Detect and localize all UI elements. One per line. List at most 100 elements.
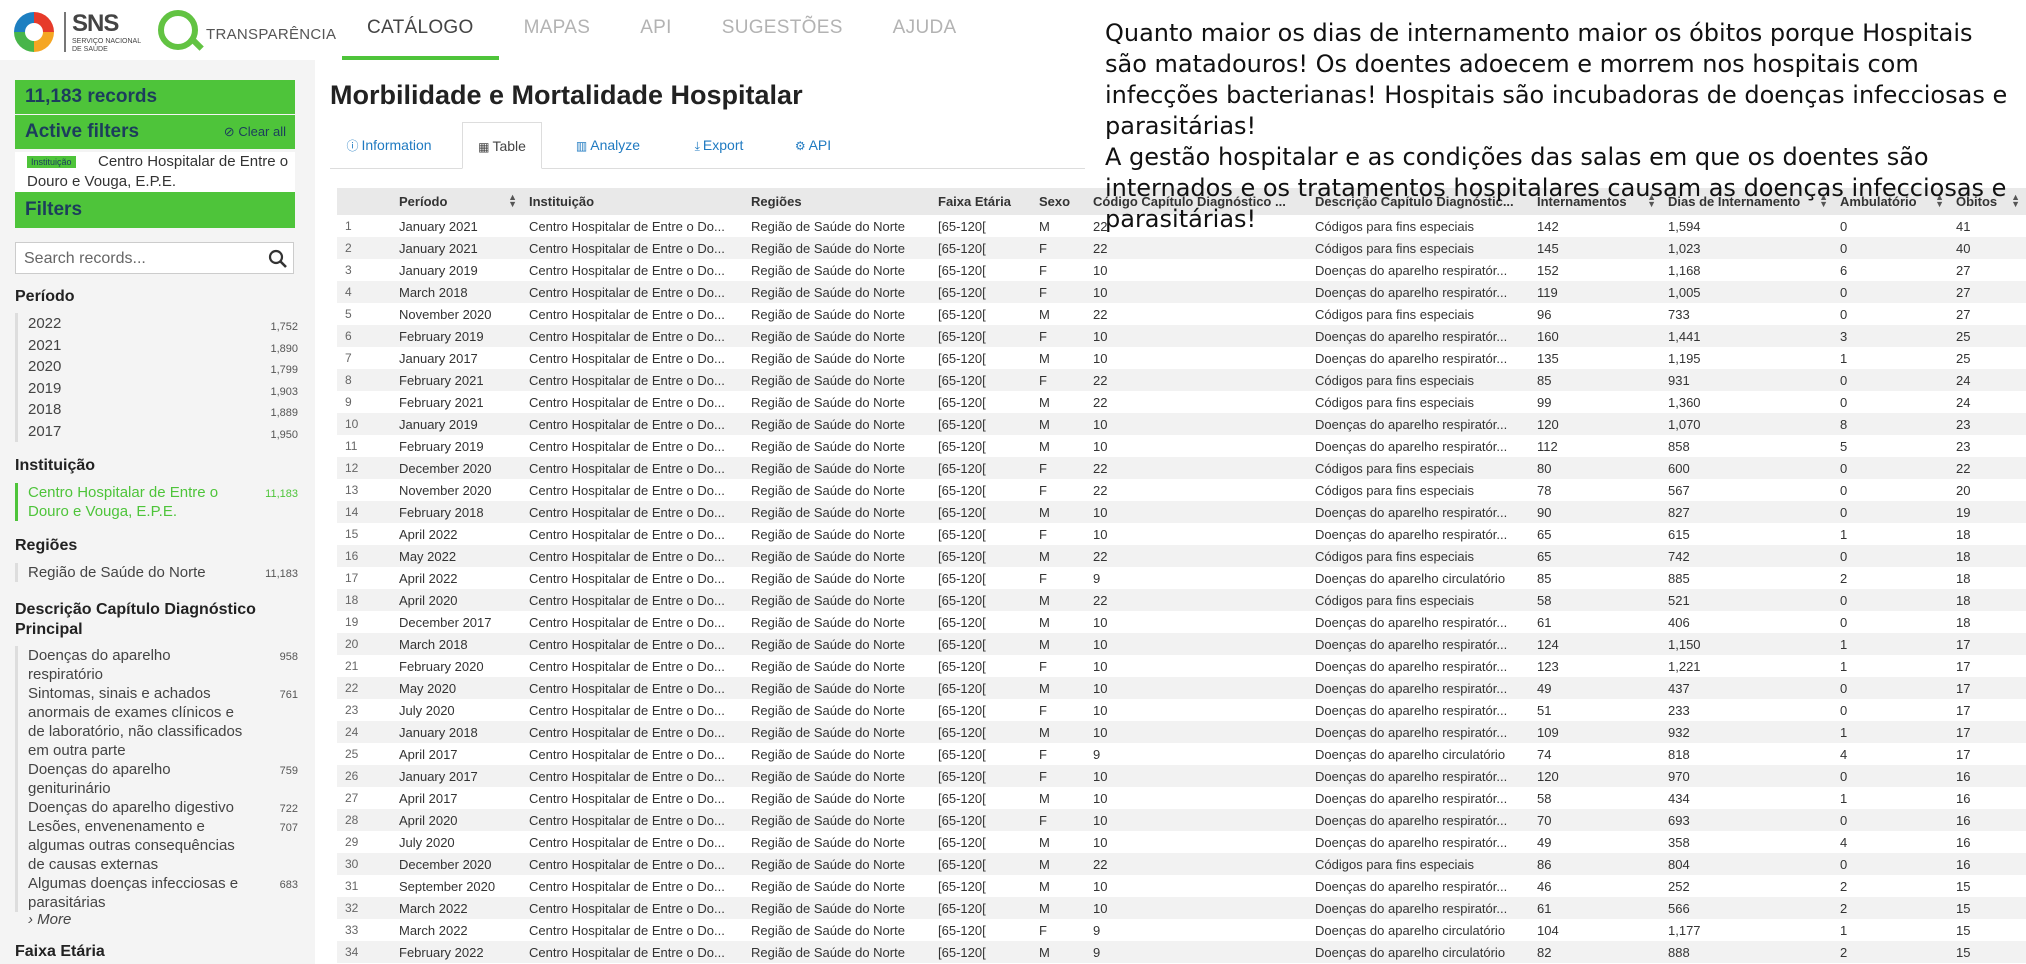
cell-instituicao: Centro Hospitalar de Entre o Do... [523,413,745,435]
facet-item-selected[interactable]: Centro Hospitalar de Entre o Douro e Vou… [18,483,298,521]
tab-analyze[interactable]: ▥ Analyze [556,122,660,168]
clear-all-button[interactable]: ⊘ Clear all [224,115,286,149]
table-row[interactable]: 20 March 2018 Centro Hospitalar de Entre o… [337,633,2026,655]
search-icon[interactable] [268,249,288,269]
facet-item-label: 2019 [28,379,62,397]
active-filter-chip[interactable]: Centro Hospitalar de Entre o Douro e Vou… [15,152,295,196]
cell-periodo: January 2021 [393,237,523,259]
facet-item[interactable]: 2022 1,752 [18,313,298,335]
table-row[interactable]: 33 March 2022 Centro Hospitalar de Entre o… [337,919,2026,941]
facet-item[interactable]: Região de Saúde do Norte 11,183 [18,563,298,582]
table-row[interactable]: 5 November 2020 Centro Hospitalar de Entre… [337,303,2026,325]
table-row[interactable]: 13 November 2020 Centro Hospitalar de Entr… [337,479,2026,501]
cell-obitos: 23 [1956,438,1971,454]
table-row[interactable]: 2 January 2021 Centro Hospitalar de Entre … [337,237,2026,259]
row-number: 13 [345,483,359,497]
cell-regioes: Região de Saúde do Norte [751,790,905,806]
sort-icon[interactable]: ▲ ▼ [508,193,517,209]
cell-faixa-etaria: [65-120[ [938,482,986,498]
table-row[interactable]: 32 March 2022 Centro Hospitalar de Entre o… [337,897,2026,919]
transparencia-logo[interactable]: TRANSPARÊNCIA [158,8,336,52]
table-row[interactable]: 27 April 2017 Centro Hospitalar de Entre o… [337,787,2026,809]
cell-faixa-etaria: [65-120[ [932,369,1033,391]
facet-item[interactable]: Sintomas, sinais e achados anormais de e… [18,684,298,760]
cell-instituicao: Centro Hospitalar de Entre o Do... [523,765,745,787]
cell-sexo: M [1033,545,1087,567]
facet-item[interactable]: Doenças do aparelho respiratório 958 [18,646,298,684]
table-row[interactable]: 23 July 2020 Centro Hospitalar de Entre o … [337,699,2026,721]
facet-item[interactable]: Doenças do aparelho geniturinário 759 [18,760,298,798]
table-row[interactable]: 25 April 2017 Centro Hospitalar de Entre o… [337,743,2026,765]
table-row[interactable]: 21 February 2020 Centro Hospitalar de Entr… [337,655,2026,677]
facet-item[interactable]: Algumas doenças infecciosas e parasitári… [18,874,298,912]
facet-item-count: 759 [279,765,298,777]
cell-internamentos: 82 [1531,941,1662,963]
facet-item-count: 683 [279,879,298,891]
table-row[interactable]: 17 April 2022 Centro Hospitalar de Entre o… [337,567,2026,589]
column-header-periodo[interactable]: Período ▲ ▼ [393,188,523,215]
column-header-sexo[interactable]: Sexo [1033,188,1087,215]
table-row[interactable]: 24 January 2018 Centro Hospitalar de Entre… [337,721,2026,743]
table-row[interactable]: 15 April 2022 Centro Hospitalar de Entre o… [337,523,2026,545]
facet-item[interactable]: Lesões, envenenamento e algumas outras c… [18,817,298,874]
search-records-input[interactable] [22,247,266,271]
table-row[interactable]: 29 July 2020 Centro Hospitalar de Entre o … [337,831,2026,853]
column-header-faixa-etaria[interactable]: Faixa Etária [932,188,1033,215]
table-row[interactable]: 22 May 2020 Centro Hospitalar de Entre o D… [337,677,2026,699]
table-row[interactable]: 9 February 2021 Centro Hospitalar de Entre… [337,391,2026,413]
facet-item[interactable]: Doenças do aparelho digestivo 722 [18,798,298,817]
facet-item[interactable]: 2018 1,889 [18,399,298,421]
tab-api[interactable]: ⚙ API [778,122,848,168]
cell-faixa-etaria: [65-120[ [938,790,986,806]
table-row[interactable]: 10 January 2019 Centro Hospitalar de Entre… [337,413,2026,435]
cell-codigo: 10 [1093,702,1108,718]
tab-information[interactable]: ⓘ Information [330,122,448,168]
facet-item-label: 2017 [28,422,62,440]
table-row[interactable]: 19 December 2017 Centro Hospitalar de Entr… [337,611,2026,633]
main-nav: CATÁLOGO MAPAS API SUGESTÕES AJUDA [342,0,981,60]
table-row[interactable]: 7 January 2017 Centro Hospitalar de Entre … [337,347,2026,369]
table-row[interactable]: 16 May 2022 Centro Hospitalar de Entre o D… [337,545,2026,567]
column-header-regioes[interactable]: Regiões [745,188,932,215]
nav-catalogo[interactable]: CATÁLOGO [342,0,499,60]
more-link[interactable]: › More [28,911,71,928]
cell-dias-internamento: 693 [1662,809,1834,831]
sns-logo[interactable]: SNS SERVIÇO NACIONAL DE SAÚDE [14,8,141,53]
table-row[interactable]: 4 March 2018 Centro Hospitalar de Entre o … [337,281,2026,303]
cell-obitos: 16 [1956,790,1971,806]
row-number: 30 [337,853,393,875]
nav-api[interactable]: API [615,0,697,60]
cell-dias-internamento: 818 [1668,746,1690,762]
cell-codigo: 22 [1093,394,1108,410]
table-row[interactable]: 12 December 2020 Centro Hospitalar de Entr… [337,457,2026,479]
facet-item[interactable]: 2020 1,799 [18,356,298,378]
cell-sexo: F [1033,369,1087,391]
table-row[interactable]: 11 February 2019 Centro Hospitalar de Entr… [337,435,2026,457]
table-row[interactable]: 26 January 2017 Centro Hospitalar de Entre… [337,765,2026,787]
row-number: 10 [337,413,393,435]
facet-item-label: 2020 [28,358,62,375]
nav-sugestoes[interactable]: SUGESTÕES [697,0,868,60]
tab-table[interactable]: ▦ Table [462,122,542,169]
column-header-instituicao[interactable]: Instituição [523,188,745,215]
table-row[interactable]: 31 September 2020 Centro Hospitalar de Ent… [337,875,2026,897]
facet-item[interactable]: 2017 1,950 [18,421,298,443]
nav-mapas[interactable]: MAPAS [499,0,616,60]
facet-item[interactable]: 2019 1,903 [18,378,298,400]
table-row[interactable]: 8 February 2021 Centro Hospitalar de Entre… [337,369,2026,391]
table-row[interactable]: 14 February 2018 Centro Hospitalar de Entr… [337,501,2026,523]
table-row[interactable]: 6 February 2019 Centro Hospitalar de Entre… [337,325,2026,347]
table-row[interactable]: 28 April 2020 Centro Hospitalar de Entre o… [337,809,2026,831]
tab-export[interactable]: ⤓ Export [674,122,764,168]
table-row[interactable]: 34 February 2022 Centro Hospitalar de Entr… [337,941,2026,963]
table-row[interactable]: 30 December 2020 Centro Hospitalar de Entr… [337,853,2026,875]
cell-sexo: M [1039,790,1050,806]
cell-faixa-etaria: [65-120[ [932,941,1033,963]
facet-item[interactable]: 2021 1,890 [18,335,298,357]
table-row[interactable]: 18 April 2020 Centro Hospitalar de Entre o… [337,589,2026,611]
table-row[interactable]: 3 January 2019 Centro Hospitalar de Entre … [337,259,2026,281]
cell-periodo: January 2017 [393,765,523,787]
cell-regioes: Região de Saúde do Norte [751,438,905,454]
nav-ajuda[interactable]: AJUDA [868,0,982,60]
cell-descricao: Doenças do aparelho respiratór... [1309,721,1531,743]
